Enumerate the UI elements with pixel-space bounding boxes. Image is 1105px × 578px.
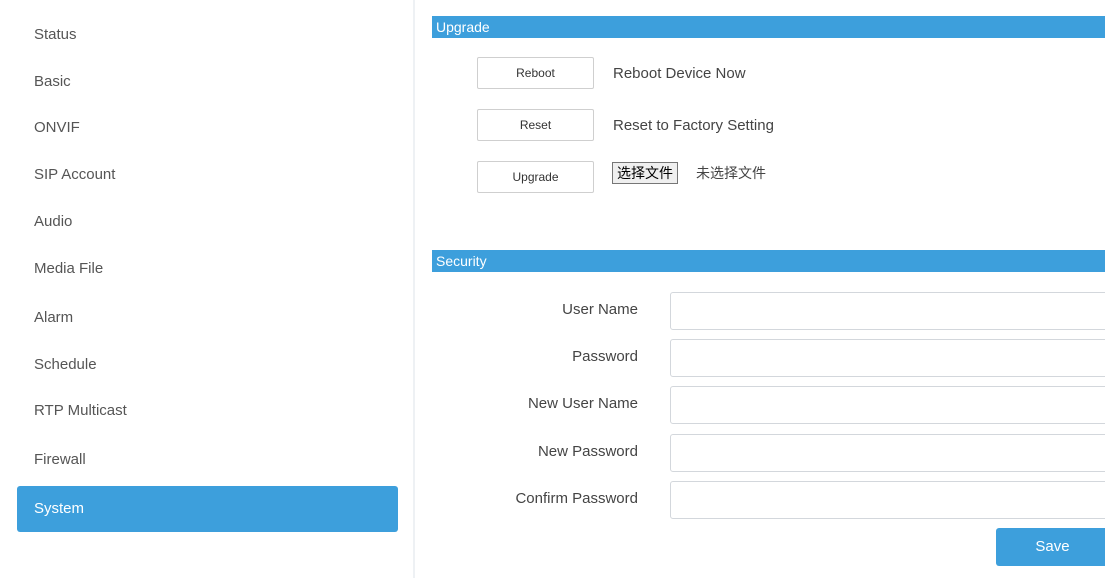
sidebar-item-media-file[interactable]: Media File <box>17 246 398 292</box>
confirm-password-label: Confirm Password <box>515 490 638 507</box>
reset-button[interactable]: Reset <box>477 109 594 141</box>
sidebar-item-system[interactable]: System <box>17 486 398 532</box>
confirm-password-input[interactable] <box>670 481 1105 519</box>
sidebar-item-audio[interactable]: Audio <box>17 199 398 245</box>
new-password-label: New Password <box>537 443 638 460</box>
reset-description: Reset to Factory Setting <box>613 117 774 134</box>
sidebar-item-status[interactable]: Status <box>17 12 398 58</box>
upgrade-section-header: Upgrade <box>432 16 1105 38</box>
choose-file-button[interactable]: 选择文件 <box>612 162 678 184</box>
password-label: Password <box>572 348 638 365</box>
sidebar-item-firewall[interactable]: Firewall <box>17 437 398 483</box>
sidebar-item-schedule[interactable]: Schedule <box>17 342 398 388</box>
new-user-name-input[interactable] <box>670 386 1105 424</box>
sidebar-item-onvif[interactable]: ONVIF <box>17 105 398 151</box>
save-button[interactable]: Save <box>996 528 1105 566</box>
sidebar-item-alarm[interactable]: Alarm <box>17 295 398 341</box>
password-input[interactable] <box>670 339 1105 377</box>
sidebar-item-basic[interactable]: Basic <box>17 59 398 105</box>
sidebar-item-rtp-multicast[interactable]: RTP Multicast <box>17 388 398 434</box>
sidebar: Status Basic ONVIF SIP Account Audio Med… <box>0 0 415 578</box>
new-user-name-label: New User Name <box>527 395 638 412</box>
file-status-text: 未选择文件 <box>696 165 766 181</box>
security-section-header: Security <box>432 250 1105 272</box>
upgrade-button[interactable]: Upgrade <box>477 161 594 193</box>
user-name-label: User Name <box>562 301 638 318</box>
sidebar-item-sip-account[interactable]: SIP Account <box>17 152 398 198</box>
reboot-description: Reboot Device Now <box>613 65 746 82</box>
user-name-input[interactable] <box>670 292 1105 330</box>
new-password-input[interactable] <box>670 434 1105 472</box>
reboot-button[interactable]: Reboot <box>477 57 594 89</box>
